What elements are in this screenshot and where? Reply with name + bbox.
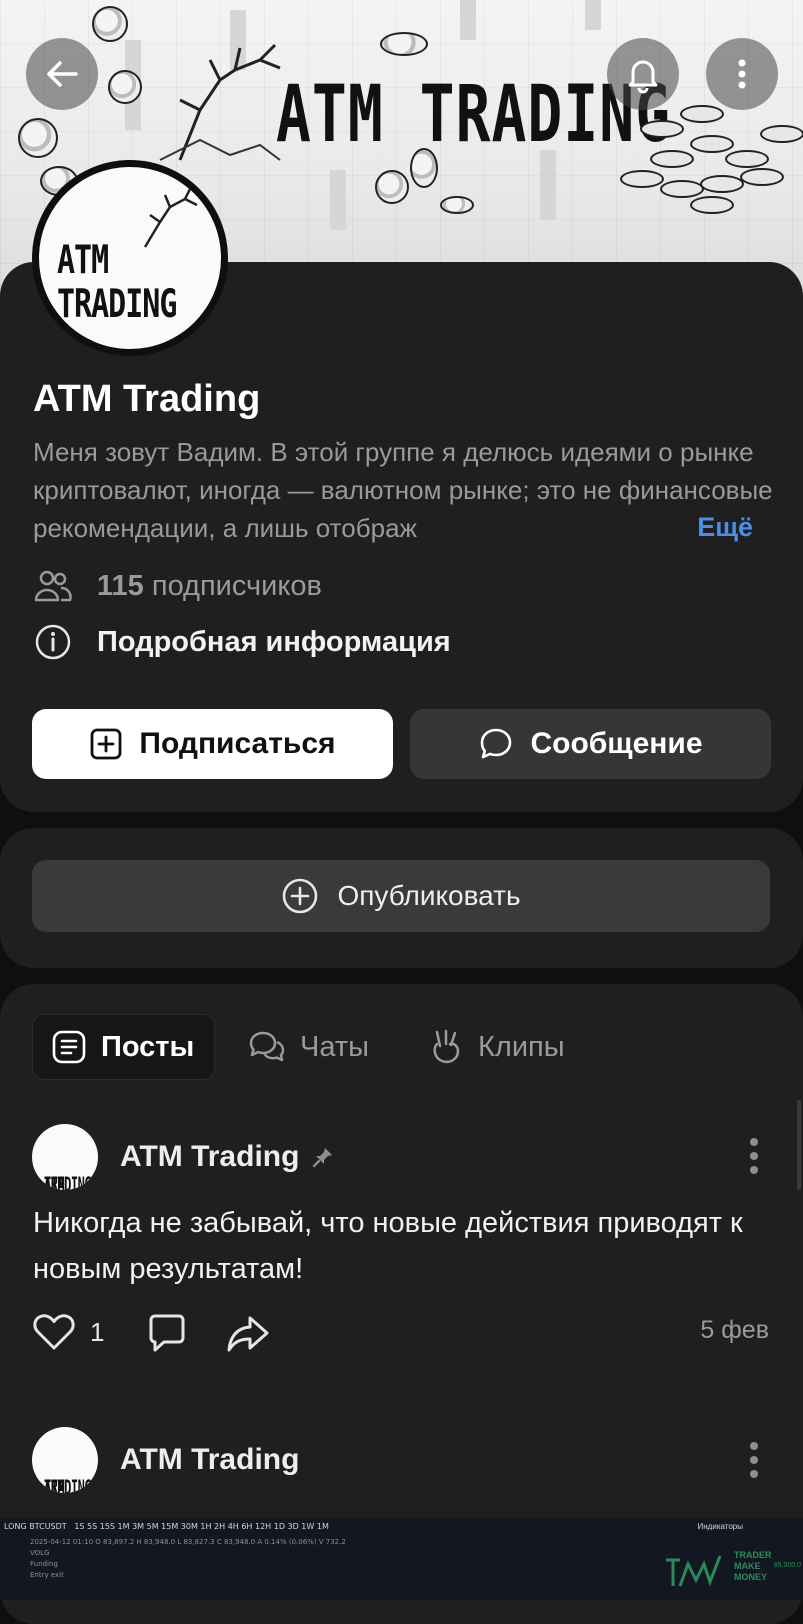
- tab-chats-label: Чаты: [300, 1030, 369, 1063]
- coin-stack: [640, 120, 684, 138]
- chart-row: VOLG: [30, 1549, 50, 1557]
- coin-illustration: [380, 32, 428, 56]
- group-name: ATM Trading: [33, 378, 261, 420]
- avatar-logo-text: ATM TRADING: [57, 237, 177, 328]
- like-count: 1: [90, 1316, 105, 1347]
- more-options-button[interactable]: [706, 38, 778, 110]
- coin-stack: [650, 150, 694, 168]
- share-button[interactable]: [226, 1314, 270, 1359]
- group-avatar[interactable]: ATM TRADING: [32, 160, 228, 356]
- add-square-icon: [91, 728, 122, 760]
- chart-row: Funding: [30, 1560, 58, 1568]
- subscribe-label: Подписаться: [139, 727, 336, 760]
- coin-stack: [740, 168, 784, 186]
- more-vertical-icon: [738, 59, 746, 89]
- share-icon: [227, 1316, 269, 1352]
- cover-candle: [585, 0, 601, 30]
- chart-price-label: 85,000.0: [773, 1562, 801, 1569]
- chats-icon: [249, 1031, 285, 1062]
- subscribe-button[interactable]: Подписаться: [32, 709, 393, 779]
- message-button[interactable]: Сообщение: [410, 709, 771, 779]
- coin-illustration: [108, 70, 142, 104]
- post-author-avatar[interactable]: ATM TRADING: [32, 1427, 98, 1493]
- post-image-chart-preview[interactable]: LONG BTCUSDT 1S 5S 15S 1M 3M 5M 15M 30M …: [0, 1518, 803, 1600]
- tab-chats[interactable]: Чаты: [230, 1014, 390, 1080]
- add-circle-icon: [283, 878, 318, 914]
- bell-icon: [628, 60, 658, 94]
- post-author-name[interactable]: ATM Trading: [120, 1140, 299, 1174]
- chart-indicators: Индикаторы: [697, 1522, 743, 1531]
- cover-candle: [540, 150, 556, 220]
- coin-stack: [660, 180, 704, 198]
- message-label: Сообщение: [530, 727, 703, 760]
- publish-button[interactable]: Опубликовать: [32, 860, 770, 932]
- message-bubble-icon: [481, 728, 512, 759]
- chart-toolbar: LONG BTCUSDT 1S 5S 15S 1M 3M 5M 15M 30M …: [4, 1522, 329, 1531]
- post-menu-button[interactable]: [750, 1138, 760, 1174]
- coin-illustration: [18, 118, 58, 158]
- post-menu-button[interactable]: [750, 1442, 760, 1478]
- chart-brand: TRADER MAKE MONEY: [734, 1550, 772, 1582]
- coin-illustration: [440, 196, 474, 214]
- subscribers-row[interactable]: 115 подписчиков: [33, 566, 322, 606]
- show-more-link[interactable]: Ещё: [649, 508, 753, 546]
- post-header[interactable]: ATM TRADING ATM Trading: [32, 1124, 335, 1190]
- coin-stack: [700, 175, 744, 193]
- tab-clips[interactable]: Клипы: [410, 1014, 590, 1080]
- publish-label: Опубликовать: [337, 880, 521, 911]
- clips-icon: [433, 1029, 460, 1064]
- like-button[interactable]: 1: [32, 1312, 104, 1352]
- avatar-image: ATM TRADING: [39, 167, 221, 349]
- post-header[interactable]: ATM TRADING ATM Trading: [32, 1427, 299, 1493]
- tab-posts-label: Посты: [101, 1030, 195, 1063]
- coin-stack: [680, 105, 724, 123]
- post-date: 5 фев: [700, 1316, 769, 1344]
- back-button[interactable]: [26, 38, 98, 110]
- chart-timeframes: 1S 5S 15S 1M 3M 5M 15M 30M 1H 2H 4H 6H 1…: [74, 1522, 329, 1531]
- comment-button[interactable]: [146, 1314, 188, 1359]
- notifications-button[interactable]: [607, 38, 679, 110]
- coin-stack: [620, 170, 664, 188]
- cover-candle: [460, 0, 476, 40]
- chart-row: Entry exit: [30, 1571, 64, 1579]
- tab-posts[interactable]: Посты: [32, 1014, 215, 1080]
- subscribers-count: 115: [97, 569, 144, 602]
- cover-title: ATM TRADING: [276, 68, 672, 160]
- coin-illustration: [92, 6, 128, 42]
- hand-illustration: [159, 43, 281, 161]
- post-author-avatar[interactable]: ATM TRADING: [32, 1124, 98, 1190]
- coin-stack: [690, 135, 734, 153]
- heart-icon: [33, 1314, 75, 1350]
- chart-symbol: LONG BTCUSDT: [4, 1522, 67, 1531]
- post-text: Никогда не забывай, что новые действия п…: [33, 1207, 743, 1285]
- cover-candle: [330, 170, 346, 230]
- users-icon: [33, 566, 73, 606]
- details-label: Подробная информация: [97, 625, 451, 658]
- tab-clips-label: Клипы: [478, 1030, 565, 1063]
- arrow-left-icon: [47, 61, 78, 87]
- coin-illustration: [375, 170, 409, 204]
- coin-stack: [690, 196, 734, 214]
- scrollbar[interactable]: [797, 1100, 801, 1190]
- tmm-logo-icon: [666, 1555, 722, 1587]
- chart-ohlc: 2025-04-12 01:10 O 83,897.2 H 83,948.0 L…: [30, 1538, 346, 1546]
- posts-icon: [52, 1030, 86, 1064]
- coin-stack: [725, 150, 769, 168]
- info-icon: [33, 622, 73, 662]
- pin-icon: [313, 1148, 333, 1168]
- details-row[interactable]: Подробная информация: [33, 622, 451, 662]
- subscribers-label: подписчиков: [151, 569, 322, 602]
- post-author-name[interactable]: ATM Trading: [120, 1443, 299, 1477]
- comment-icon: [149, 1314, 185, 1352]
- coin-stack: [760, 125, 803, 143]
